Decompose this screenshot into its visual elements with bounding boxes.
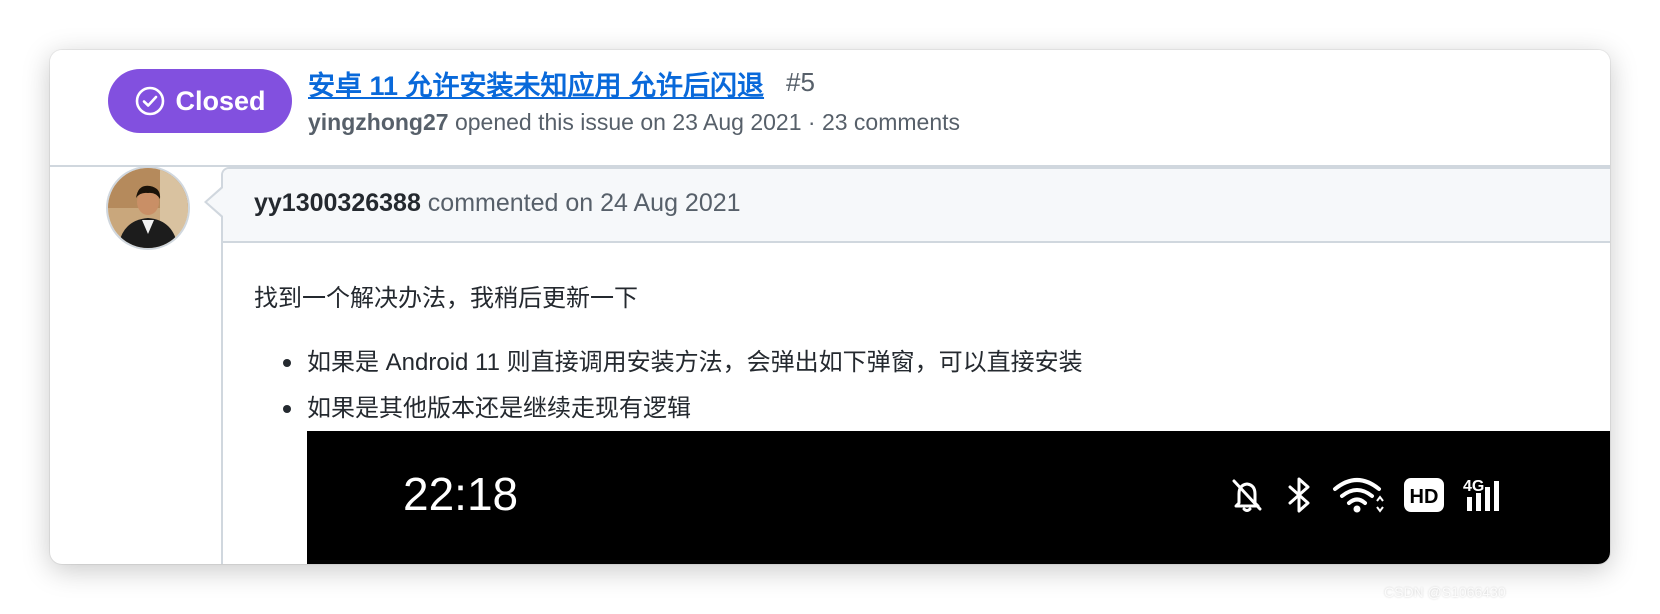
- issue-author-link[interactable]: yingzhong27: [308, 109, 449, 135]
- hd-icon: HD: [1403, 475, 1445, 515]
- comment-box: yy1300326388 commented on 24 Aug 2021 找到…: [221, 167, 1610, 564]
- embedded-screenshot[interactable]: 22:18 HD 4G: [307, 431, 1610, 564]
- avatar[interactable]: [106, 166, 190, 250]
- bluetooth-icon: [1283, 475, 1315, 515]
- status-bar-icons: HD 4G: [1227, 475, 1511, 515]
- issue-title-link[interactable]: 安卓 11 允许安装未知应用 允许后闪退: [308, 64, 764, 103]
- list-item-text: 如果是 Android 11 则直接调用安装方法，会弹出如下弹窗，可以直接安装: [307, 349, 1083, 376]
- bell-off-icon: [1227, 475, 1267, 515]
- comment-body-text: 找到一个解决办法，我稍后更新一下: [254, 285, 638, 312]
- issue-number: #5: [786, 67, 815, 97]
- issue-state-badge: Closed: [108, 69, 292, 133]
- bullet-icon: [283, 359, 291, 367]
- svg-text:4G: 4G: [1463, 478, 1484, 495]
- closed-check-circle-icon: [134, 85, 166, 117]
- comment-arrow-inner: [207, 188, 223, 216]
- bullet-icon: [283, 405, 291, 413]
- svg-text:HD: HD: [1410, 486, 1439, 508]
- comment-header: yy1300326388 commented on 24 Aug 2021: [223, 169, 1610, 243]
- issue-window: Closed 安卓 11 允许安装未知应用 允许后闪退 #5 yingzhong…: [50, 50, 1610, 564]
- wifi-icon: [1331, 475, 1387, 515]
- list-item: 如果是其他版本还是继续走现有逻辑: [254, 390, 1083, 436]
- issue-meta-text: opened this issue on 23 Aug 2021 · 23 co…: [448, 109, 961, 135]
- issue-header: Closed 安卓 11 允许安装未知应用 允许后闪退 #5 yingzhong…: [50, 50, 1610, 167]
- issue-meta: yingzhong27 opened this issue on 23 Aug …: [308, 109, 960, 136]
- comment-author-link[interactable]: yy1300326388: [254, 189, 421, 217]
- comment-list: 如果是 Android 11 则直接调用安装方法，会弹出如下弹窗，可以直接安装 …: [254, 344, 1083, 436]
- issue-state-label: Closed: [175, 85, 266, 116]
- 4g-signal-icon: 4G: [1461, 475, 1511, 515]
- list-item: 如果是 Android 11 则直接调用安装方法，会弹出如下弹窗，可以直接安装: [254, 344, 1083, 390]
- watermark: CSDN @S1066430: [1384, 584, 1506, 600]
- status-bar-time: 22:18: [403, 468, 519, 520]
- list-item-text: 如果是其他版本还是继续走现有逻辑: [307, 395, 691, 422]
- comment-timestamp: commented on 24 Aug 2021: [420, 189, 741, 217]
- comment-header-text: yy1300326388 commented on 24 Aug 2021: [254, 189, 741, 218]
